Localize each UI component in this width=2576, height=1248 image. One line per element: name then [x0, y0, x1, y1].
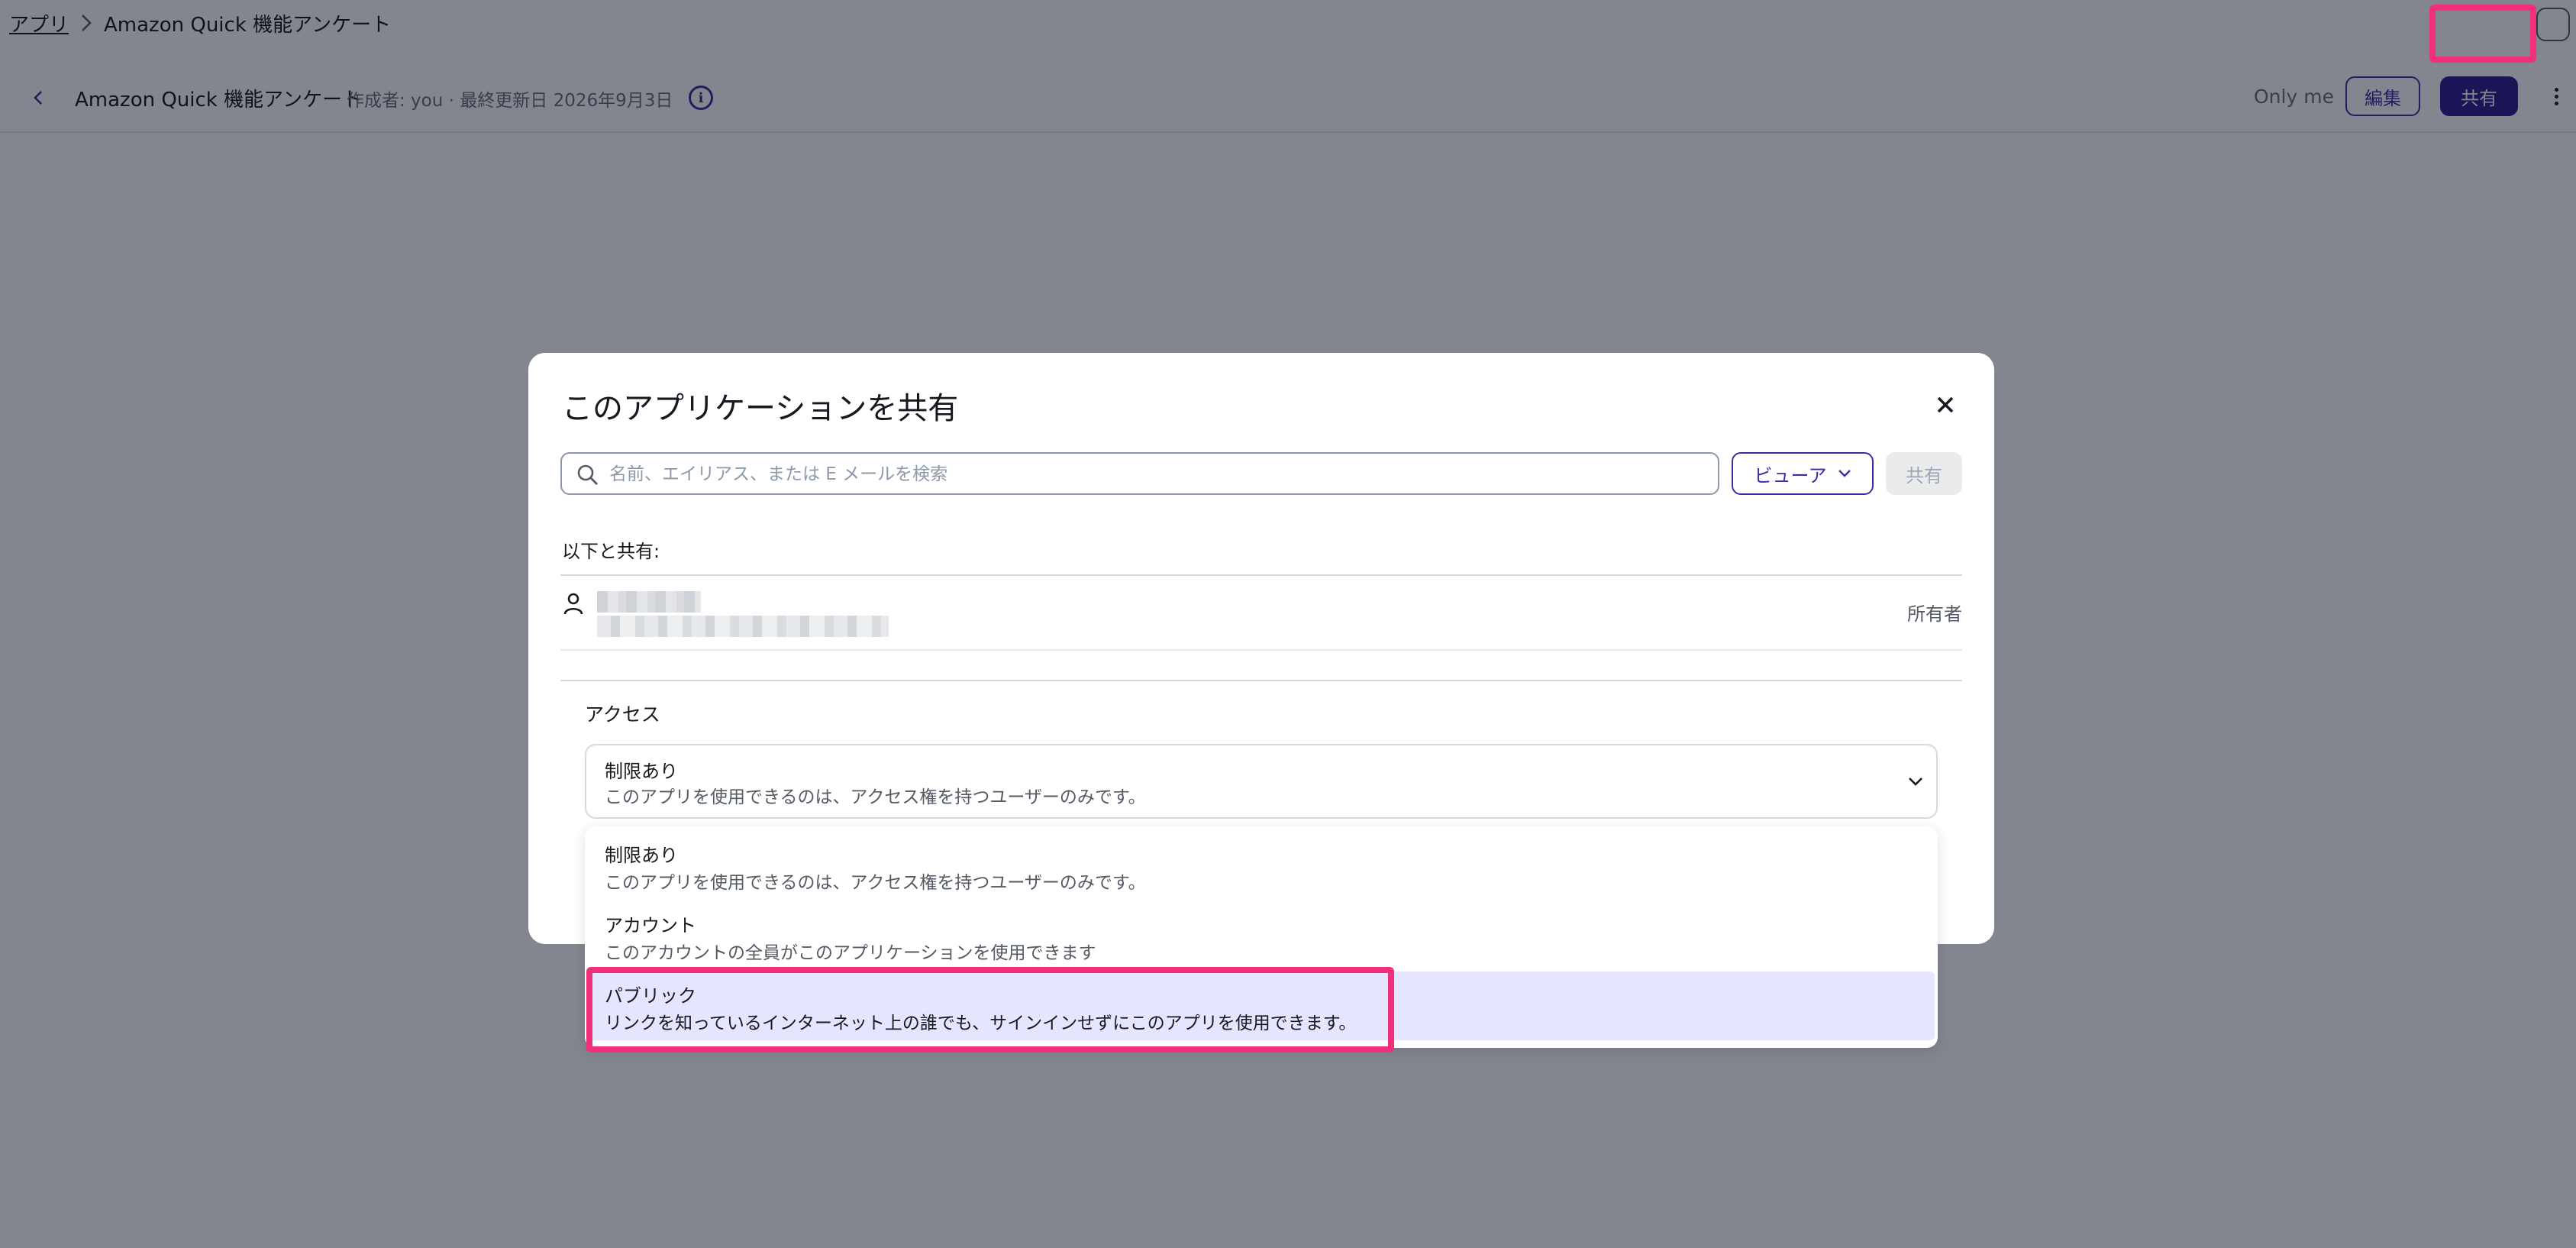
- shared-with-label: 以下と共有:: [562, 541, 660, 562]
- owner-name-redacted: [597, 591, 701, 613]
- option-title: 制限あり: [605, 845, 678, 866]
- owner-email-redacted: [597, 616, 889, 637]
- public-option-highlight: [586, 967, 1394, 1052]
- close-button[interactable]: [1932, 391, 1959, 419]
- dialog-title: このアプリケーションを共有: [562, 391, 959, 426]
- share-submit-button[interactable]: 共有: [1886, 452, 1962, 495]
- access-select[interactable]: 制限あり このアプリを使用できるのは、アクセス権を持つユーザーのみです。: [585, 744, 1938, 819]
- search-box: [560, 452, 1719, 495]
- owner-role: 所有者: [1907, 603, 1962, 625]
- option-description: このアカウントの全員がこのアプリケーションを使用できます: [605, 943, 1096, 963]
- access-label: アクセス: [585, 703, 660, 726]
- share-button-highlight: [2429, 5, 2536, 63]
- search-icon: [577, 464, 598, 485]
- close-icon: [1937, 396, 1954, 413]
- person-icon: [563, 593, 583, 615]
- access-selected-description: このアプリを使用できるのは、アクセス権を持つユーザーのみです。: [605, 787, 1146, 807]
- access-selected-title: 制限あり: [605, 761, 678, 782]
- role-select-label: ビューア: [1754, 464, 1827, 487]
- chevron-down-icon: [1838, 470, 1851, 477]
- option-description: このアプリを使用できるのは、アクセス権を持つユーザーのみです。: [605, 873, 1146, 893]
- chevron-down-icon: [1909, 778, 1922, 786]
- option-title: アカウント: [605, 915, 696, 936]
- access-option-account[interactable]: アカウント このアカウントの全員がこのアプリケーションを使用できます: [588, 901, 1935, 970]
- access-option-restricted[interactable]: 制限あり このアプリを使用できるのは、アクセス権を持つユーザーのみです。: [588, 831, 1935, 900]
- divider: [560, 680, 1962, 681]
- role-select-button[interactable]: ビューア: [1732, 452, 1874, 495]
- divider: [560, 574, 1962, 576]
- search-input[interactable]: [609, 460, 1701, 489]
- divider: [560, 649, 1962, 651]
